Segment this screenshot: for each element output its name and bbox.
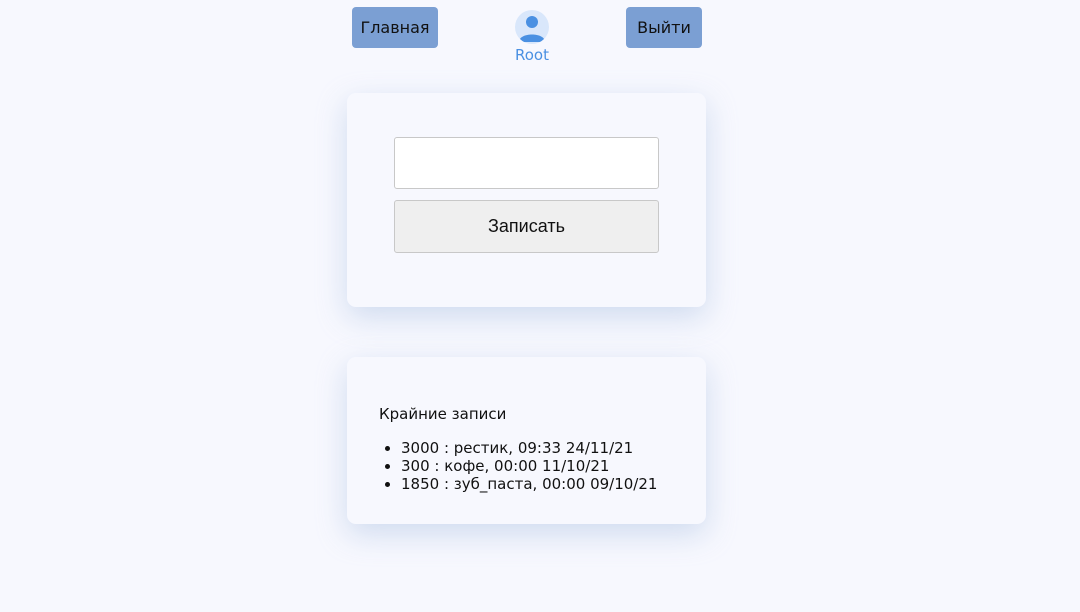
record-item: 300 : кофе, 00:00 11/10/21 <box>401 457 657 475</box>
home-button[interactable]: Главная <box>352 7 438 48</box>
user-name: Root <box>515 46 549 64</box>
submit-button[interactable]: Записать <box>394 200 659 253</box>
records-card: Крайние записи 3000 : рестик, 09:33 24/1… <box>347 357 706 524</box>
records-list: 3000 : рестик, 09:33 24/11/21 300 : кофе… <box>379 439 657 493</box>
record-item: 1850 : зуб_паста, 00:00 09/10/21 <box>401 475 657 493</box>
user-avatar-icon <box>515 10 549 44</box>
entry-form-card: Записать <box>347 93 706 307</box>
user-profile[interactable]: Root <box>502 10 562 64</box>
entry-input[interactable] <box>394 137 659 189</box>
record-item: 3000 : рестик, 09:33 24/11/21 <box>401 439 657 457</box>
records-title: Крайние записи <box>379 405 507 423</box>
exit-button[interactable]: Выйти <box>626 7 702 48</box>
